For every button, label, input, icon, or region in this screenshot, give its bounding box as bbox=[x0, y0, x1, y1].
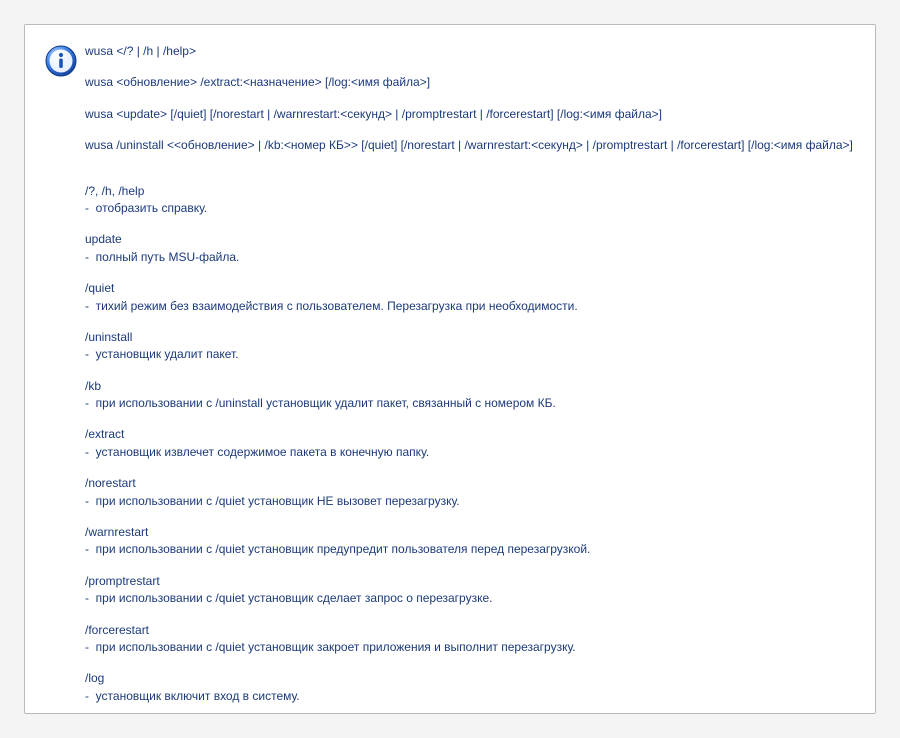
option-desc: при использовании с /uninstall установщи… bbox=[85, 395, 855, 412]
option-desc: при использовании с /quiet установщик НЕ… bbox=[85, 493, 855, 510]
option-desc: полный путь MSU-файла. bbox=[85, 249, 855, 266]
option-desc: тихий режим без взаимодействия с пользов… bbox=[85, 298, 855, 315]
options-list: /?, /h, /help отобразить справку. update… bbox=[85, 183, 855, 706]
option-name: /quiet bbox=[85, 280, 855, 297]
option-desc: отобразить справку. bbox=[85, 200, 855, 217]
option-item: update полный путь MSU-файла. bbox=[85, 231, 855, 266]
option-name: /warnrestart bbox=[85, 524, 855, 541]
option-name: /log bbox=[85, 670, 855, 687]
usage-block: wusa </? | /h | /help> wusa <обновление>… bbox=[85, 43, 855, 155]
option-name: /promptrestart bbox=[85, 573, 855, 590]
usage-line: wusa /uninstall <<обновление> | /kb:<ном… bbox=[85, 137, 855, 154]
option-item: /warnrestart при использовании с /quiet … bbox=[85, 524, 855, 559]
option-desc: установщик извлечет содержимое пакета в … bbox=[85, 444, 855, 461]
option-item: /log установщик включит вход в систему. bbox=[85, 670, 855, 705]
option-name: /kb bbox=[85, 378, 855, 395]
help-dialog: wusa </? | /h | /help> wusa <обновление>… bbox=[24, 24, 876, 714]
option-desc: при использовании с /quiet установщик пр… bbox=[85, 541, 855, 558]
option-item: /uninstall установщик удалит пакет. bbox=[85, 329, 855, 364]
option-name: /extract bbox=[85, 426, 855, 443]
option-name: /?, /h, /help bbox=[85, 183, 855, 200]
option-name: update bbox=[85, 231, 855, 248]
option-item: /quiet тихий режим без взаимодействия с … bbox=[85, 280, 855, 315]
option-desc: установщик включит вход в систему. bbox=[85, 688, 855, 705]
help-body: wusa </? | /h | /help> wusa <обновление>… bbox=[85, 43, 855, 719]
info-icon bbox=[45, 45, 85, 77]
option-item: /extract установщик извлечет содержимое … bbox=[85, 426, 855, 461]
option-name: /uninstall bbox=[85, 329, 855, 346]
usage-line: wusa <обновление> /extract:<назначение> … bbox=[85, 74, 855, 91]
option-item: /forcerestart при использовании с /quiet… bbox=[85, 622, 855, 657]
usage-line: wusa </? | /h | /help> bbox=[85, 43, 855, 60]
option-desc: при использовании с /quiet установщик сд… bbox=[85, 590, 855, 607]
option-item: /norestart при использовании с /quiet ус… bbox=[85, 475, 855, 510]
option-name: /forcerestart bbox=[85, 622, 855, 639]
option-item: /kb при использовании с /uninstall устан… bbox=[85, 378, 855, 413]
option-name: /norestart bbox=[85, 475, 855, 492]
usage-line: wusa <update> [/quiet] [/norestart | /wa… bbox=[85, 106, 855, 123]
option-desc: установщик удалит пакет. bbox=[85, 346, 855, 363]
option-item: /promptrestart при использовании с /quie… bbox=[85, 573, 855, 608]
option-desc: при использовании с /quiet установщик за… bbox=[85, 639, 855, 656]
option-item: /?, /h, /help отобразить справку. bbox=[85, 183, 855, 218]
